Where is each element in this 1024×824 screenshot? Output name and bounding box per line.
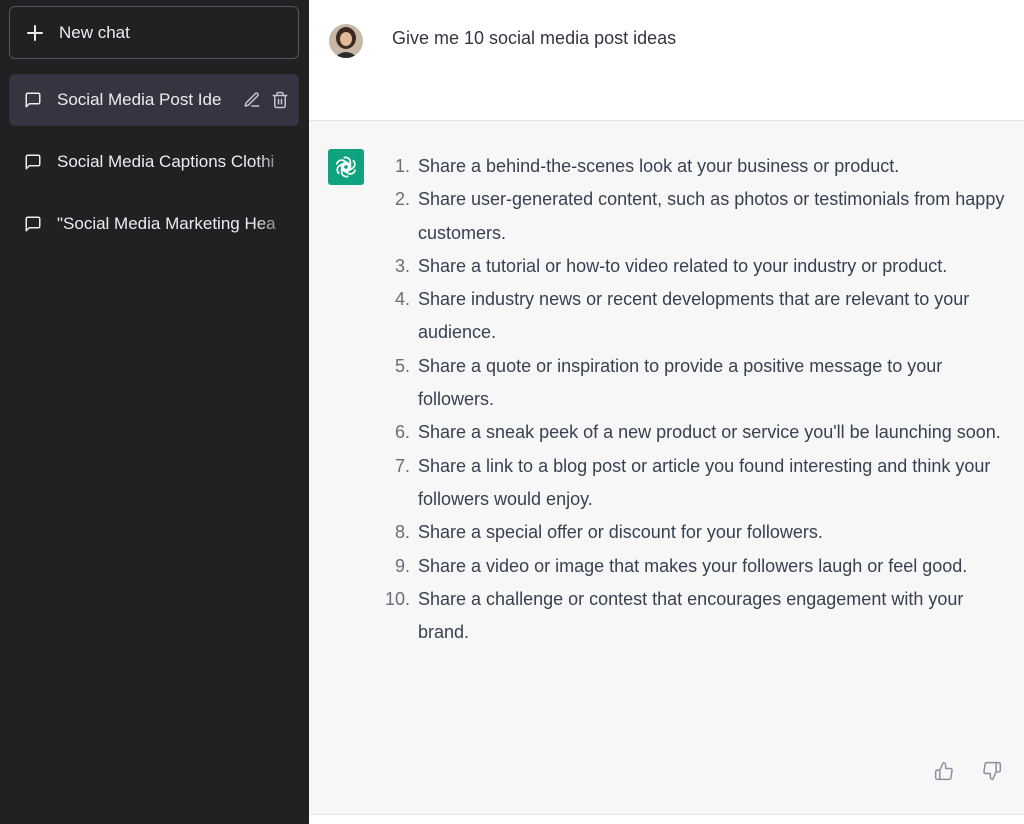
sidebar-item-label: Social Media Post Ide (57, 90, 222, 109)
avatar (329, 24, 363, 58)
list-item: 2. Share user-generated content, such as … (394, 189, 1005, 243)
new-chat-button[interactable]: New chat (9, 6, 299, 59)
message-square-icon (25, 216, 41, 232)
list-item: 4. Share industry news or recent developm… (394, 289, 970, 343)
thumbs-up-icon[interactable] (934, 761, 954, 781)
list-item: 3. Share a tutorial or how-to video relat… (394, 255, 948, 276)
sidebar-item-label: "Social Media Marketing Hea (57, 214, 276, 233)
message-square-icon (25, 92, 41, 108)
list-item: 5. Share a quote or inspiration to provid… (394, 355, 943, 410)
openai-logo-icon (328, 149, 364, 185)
chat-main: Give me 10 social media post ideas 1. Sha… (309, 0, 1024, 824)
sidebar-item-social-media-captions[interactable]: Social Media Captions Clothi (9, 136, 299, 188)
list-item: 10. Share a challenge or contest that enc… (384, 588, 964, 643)
pencil-icon[interactable] (243, 91, 261, 109)
new-chat-label: New chat (59, 22, 130, 42)
message-square-icon (25, 154, 41, 170)
list-item: 9. Share a video or image that makes your… (394, 555, 968, 576)
sidebar-item-social-media-marketing[interactable]: "Social Media Marketing Hea (9, 198, 299, 250)
sidebar-item-label: Social Media Captions Clothi (57, 152, 275, 171)
list-item: 1. Share a behind-the-scenes look at your… (394, 156, 900, 176)
sidebar-item-social-media-post-ideas[interactable]: Social Media Post Ide (9, 74, 299, 126)
trash-icon[interactable] (271, 91, 289, 109)
user-message-text: Give me 10 social media post ideas (392, 28, 677, 48)
assistant-message-row: 1. Share a behind-the-scenes look at your… (309, 121, 1024, 815)
user-message-row: Give me 10 social media post ideas (309, 0, 1024, 121)
plus-icon (27, 24, 43, 41)
post-ideas-list: 1. Share a behind-the-scenes look at your… (384, 150, 1008, 649)
list-item: 8. Share a special offer or discount for … (394, 522, 823, 543)
list-item: 6. Share a sneak peek of a new product or… (394, 422, 1001, 443)
thumbs-down-icon[interactable] (982, 761, 1002, 781)
sidebar: New chat Social Media Post Ide Social Me… (0, 0, 309, 824)
list-item: 7. Share a link to a blog post or article… (394, 455, 991, 509)
feedback-buttons (934, 761, 1002, 781)
